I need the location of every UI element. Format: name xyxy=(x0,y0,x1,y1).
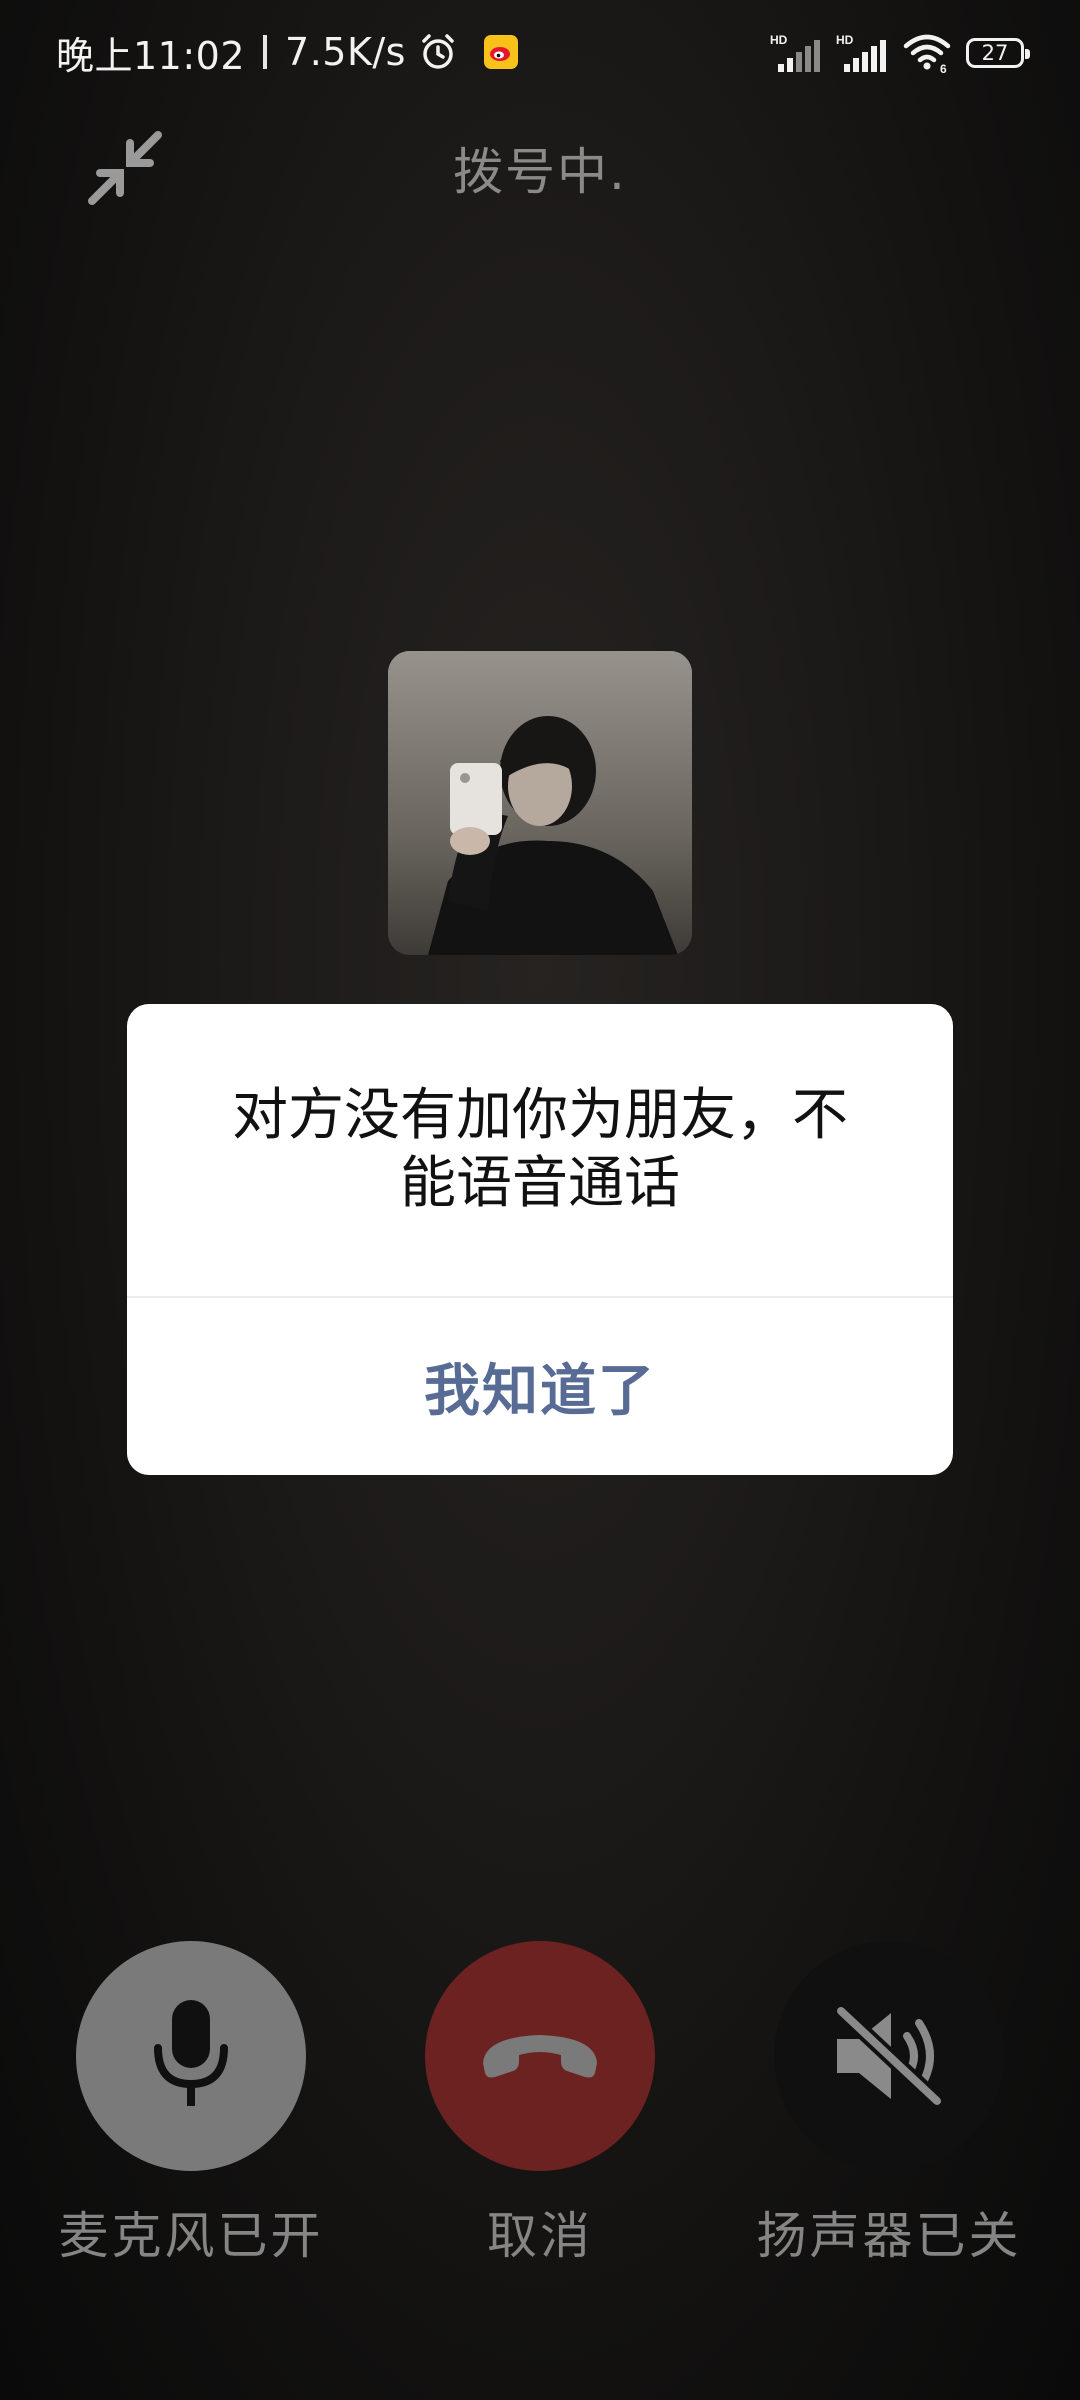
weibo-icon xyxy=(483,35,518,69)
battery-icon: 27 xyxy=(966,38,1030,68)
network-speed: 7.5K/s xyxy=(285,30,406,74)
svg-text:6: 6 xyxy=(940,62,947,74)
hd-signal-icon: HD xyxy=(770,33,820,72)
alarm-icon xyxy=(422,34,454,69)
status-left: 晚上11:02 7.5K/s xyxy=(56,24,518,80)
microphone-icon xyxy=(154,2000,228,2106)
contact-avatar xyxy=(388,651,692,955)
hd-signal-icon: HD xyxy=(836,33,886,72)
microphone-button[interactable] xyxy=(76,1941,306,2171)
wifi-icon: 6 xyxy=(903,34,951,74)
battery-level: 27 xyxy=(981,41,1009,65)
status-time: 晚上11:02 xyxy=(56,33,246,78)
speaker-muted-icon xyxy=(833,2003,945,2109)
dialog-message-line2: 能语音通话 xyxy=(400,1151,680,1216)
microphone-label: 麦克风已开 xyxy=(58,2207,324,2265)
alert-dialog: 对方没有加你为朋友，不 能语音通话 我知道了 xyxy=(127,1004,953,1475)
dialog-message: 对方没有加你为朋友，不 能语音通话 xyxy=(187,1082,893,1218)
speaker-button[interactable] xyxy=(774,1941,1004,2171)
status-right: HD HD 6 27 xyxy=(770,26,1030,80)
cancel-call-button[interactable] xyxy=(425,1941,655,2171)
status-separator xyxy=(263,35,268,69)
speaker-label: 扬声器已关 xyxy=(756,2207,1022,2265)
confirm-button[interactable]: 我知道了 xyxy=(127,1298,953,1475)
status-bar: 晚上11:02 7.5K/s HD HD 6 27 xyxy=(0,0,1080,105)
svg-text:HD: HD xyxy=(770,33,788,47)
cancel-label: 取消 xyxy=(487,2207,593,2265)
call-status: 拨号中. xyxy=(453,143,627,201)
hang-up-icon xyxy=(483,2035,597,2078)
dialog-message-line1: 对方没有加你为朋友，不 xyxy=(232,1083,848,1148)
svg-text:HD: HD xyxy=(836,33,854,47)
